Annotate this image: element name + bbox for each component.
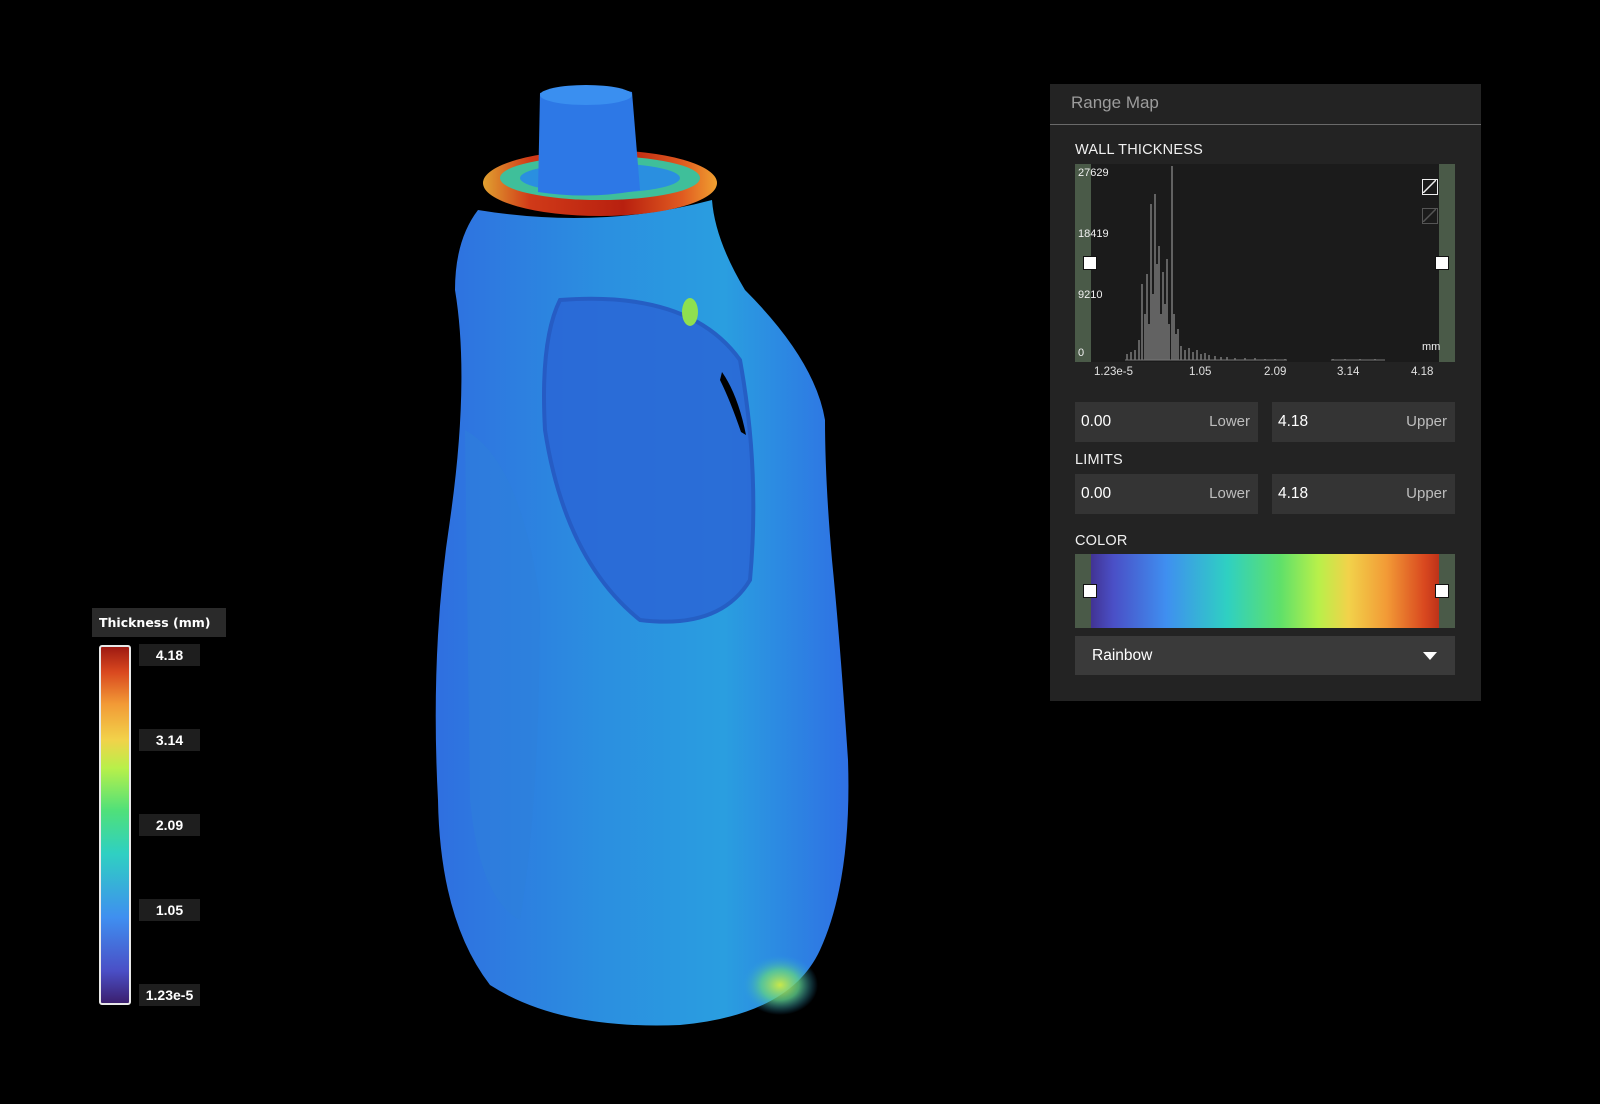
color-label: COLOR <box>1075 533 1128 549</box>
limits-lower-field[interactable]: 0.00 Lower <box>1075 474 1258 514</box>
legend-label: 2.09 <box>139 814 200 836</box>
limits-lower-value[interactable]: 0.00 <box>1081 474 1111 514</box>
legend-label: 1.05 <box>139 899 200 921</box>
chevron-down-icon[interactable] <box>1423 652 1437 660</box>
legend-label-min: 1.23e-5 <box>139 984 200 1006</box>
range-upper-tag: Upper <box>1406 413 1447 430</box>
hist-xtick: 1.23e-5 <box>1094 366 1134 378</box>
legend-color-bar <box>99 645 131 1005</box>
color-preset-value: Rainbow <box>1092 647 1153 664</box>
hist-xtick: 1.05 <box>1189 366 1212 378</box>
limits-upper-tag: Upper <box>1406 485 1447 502</box>
hist-xtick: 3.14 <box>1337 366 1360 378</box>
hist-xtick: 2.09 <box>1264 366 1287 378</box>
range-upper-field[interactable]: 4.18 Upper <box>1272 402 1455 442</box>
limits-upper-value[interactable]: 4.18 <box>1278 474 1308 514</box>
color-lower-handle[interactable] <box>1083 584 1097 598</box>
range-map-panel: Range Map WALL THICKNESS 27629 18419 921… <box>1050 84 1481 701</box>
color-preset-dropdown[interactable]: Rainbow <box>1075 636 1455 675</box>
thickness-histogram[interactable]: 27629 18419 9210 0 mm <box>1075 164 1455 362</box>
color-legend: Thickness (mm) 4.18 3.14 2.09 1.05 1.23e… <box>92 608 226 1008</box>
panel-title: Range Map <box>1050 84 1481 125</box>
legend-label-max: 4.18 <box>139 644 200 666</box>
range-lower-field[interactable]: 0.00 Lower <box>1075 402 1258 442</box>
color-upper-handle[interactable] <box>1435 584 1449 598</box>
legend-label: 3.14 <box>139 729 200 751</box>
hist-xtick: 4.18 <box>1411 366 1434 378</box>
limits-label: LIMITS <box>1075 452 1123 468</box>
wall-thickness-label: WALL THICKNESS <box>1075 142 1203 158</box>
color-ramp[interactable] <box>1075 554 1455 628</box>
limits-upper-field[interactable]: 4.18 Upper <box>1272 474 1455 514</box>
range-lower-value[interactable]: 0.00 <box>1081 402 1111 442</box>
histogram-bars <box>1125 166 1385 361</box>
legend-title: Thickness (mm) <box>92 608 226 637</box>
range-lower-tag: Lower <box>1209 413 1250 430</box>
range-upper-value[interactable]: 4.18 <box>1278 402 1308 442</box>
limits-lower-tag: Lower <box>1209 485 1250 502</box>
